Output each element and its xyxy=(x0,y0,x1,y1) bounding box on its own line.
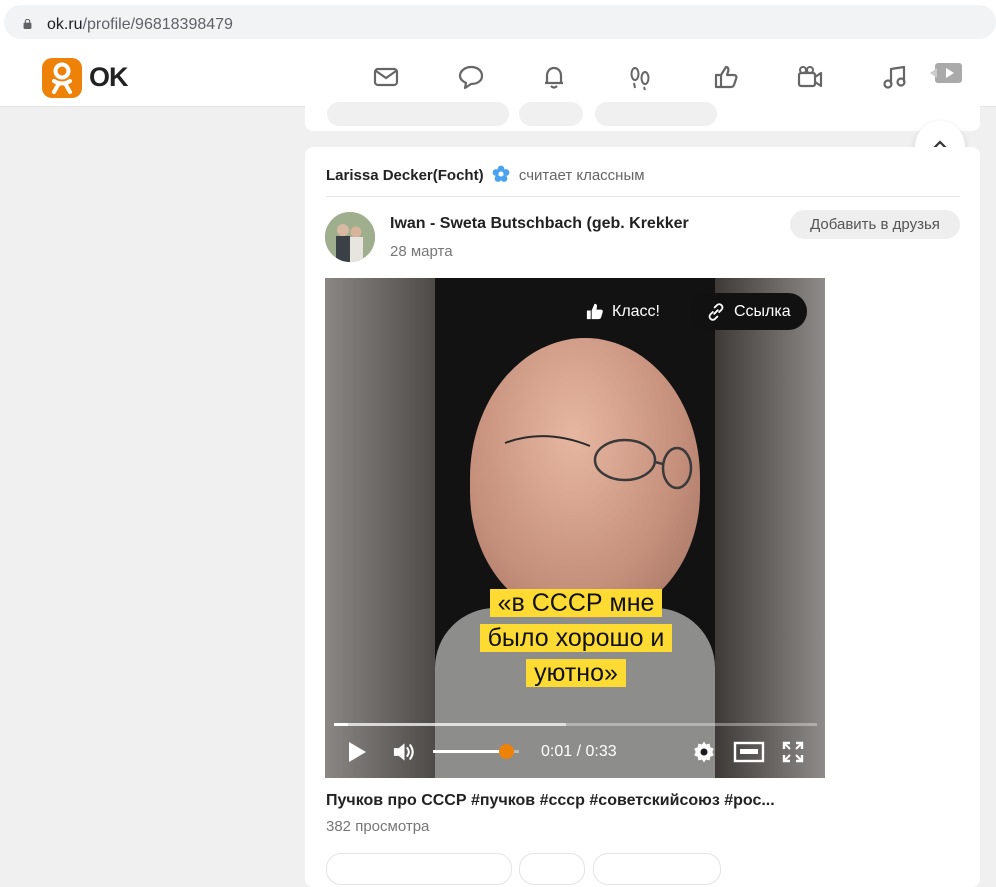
video-blur-left xyxy=(325,278,435,778)
music-icon[interactable] xyxy=(878,60,912,94)
logo-text[interactable]: OK xyxy=(89,62,128,93)
fullscreen-icon xyxy=(782,741,804,763)
like-button[interactable] xyxy=(593,853,721,885)
video-progress-bar[interactable] xyxy=(334,723,817,726)
share-button[interactable] xyxy=(519,853,585,885)
video-play-icon[interactable] xyxy=(928,56,964,90)
url-text: ok.ru/profile/96818398479 xyxy=(47,16,233,33)
video-played xyxy=(334,723,349,726)
share-pill[interactable] xyxy=(519,102,583,126)
add-friend-button[interactable]: Добавить в друзья xyxy=(790,210,960,239)
play-button[interactable] xyxy=(347,736,367,768)
divider xyxy=(326,196,960,197)
video-views: 382 просмотра xyxy=(326,818,430,835)
like-pill[interactable] xyxy=(595,102,717,126)
author-avatar[interactable] xyxy=(325,212,375,262)
chat-icon[interactable] xyxy=(454,60,488,94)
lock-icon xyxy=(23,19,32,29)
video-blur-right xyxy=(715,278,825,778)
comment-pill[interactable] xyxy=(327,102,509,126)
video-link-label: Ссылка xyxy=(734,302,791,320)
post-date: 28 марта xyxy=(390,243,453,260)
liker-name[interactable]: Larissa Decker(Focht) xyxy=(326,167,484,184)
video-player[interactable]: «в СССР мне было хорошо и уютно» Класс! … xyxy=(325,278,825,778)
play-icon xyxy=(349,742,366,762)
video-class-button[interactable]: Класс! xyxy=(575,293,670,330)
guests-footprints-icon[interactable] xyxy=(623,60,657,94)
ok-logo-icon[interactable] xyxy=(42,58,82,98)
video-link-button[interactable]: Ссылка xyxy=(690,293,807,330)
volume-icon xyxy=(393,743,414,761)
miniplayer-button[interactable] xyxy=(733,736,765,768)
volume-fill xyxy=(433,750,507,753)
volume-slider[interactable] xyxy=(433,744,519,759)
bell-icon[interactable] xyxy=(537,60,571,94)
browser-address-bar: ok.ru/profile/96818398479 xyxy=(0,0,996,44)
video-buffered xyxy=(334,723,566,726)
video-camera-icon[interactable] xyxy=(793,60,827,94)
previous-feed-card xyxy=(305,102,980,131)
video-class-label: Класс! xyxy=(612,302,660,320)
post-author-name[interactable]: Iwan - Sweta Butschbach (geb. Krekker xyxy=(390,215,689,233)
liker-action: считает классным xyxy=(518,167,645,184)
video-caption: «в СССР мне было хорошо и уютно» xyxy=(468,586,684,691)
flower-badge-icon xyxy=(492,165,510,182)
mute-button[interactable] xyxy=(392,736,417,768)
volume-knob[interactable] xyxy=(499,744,515,759)
fullscreen-button[interactable] xyxy=(782,736,804,768)
link-icon xyxy=(708,302,724,321)
thumbs-up-icon xyxy=(586,303,603,320)
video-title[interactable]: Пучков про СССР #пучков #ссср #советский… xyxy=(326,792,826,810)
thumbs-up-icon[interactable] xyxy=(709,60,743,94)
settings-button[interactable] xyxy=(692,736,716,768)
video-time: 0:01 / 0:33 xyxy=(541,743,617,760)
liker-line: Larissa Decker(Focht) считает классным xyxy=(326,165,645,184)
gear-icon xyxy=(694,741,714,763)
mail-icon[interactable] xyxy=(369,60,403,94)
miniplayer-icon xyxy=(733,741,765,763)
feed-card: Larissa Decker(Focht) считает классным I… xyxy=(305,147,980,887)
video-person-glasses xyxy=(504,435,693,490)
url-field[interactable]: ok.ru/profile/96818398479 xyxy=(4,5,996,39)
site-header: OK xyxy=(0,44,996,107)
comment-button[interactable] xyxy=(326,853,512,885)
